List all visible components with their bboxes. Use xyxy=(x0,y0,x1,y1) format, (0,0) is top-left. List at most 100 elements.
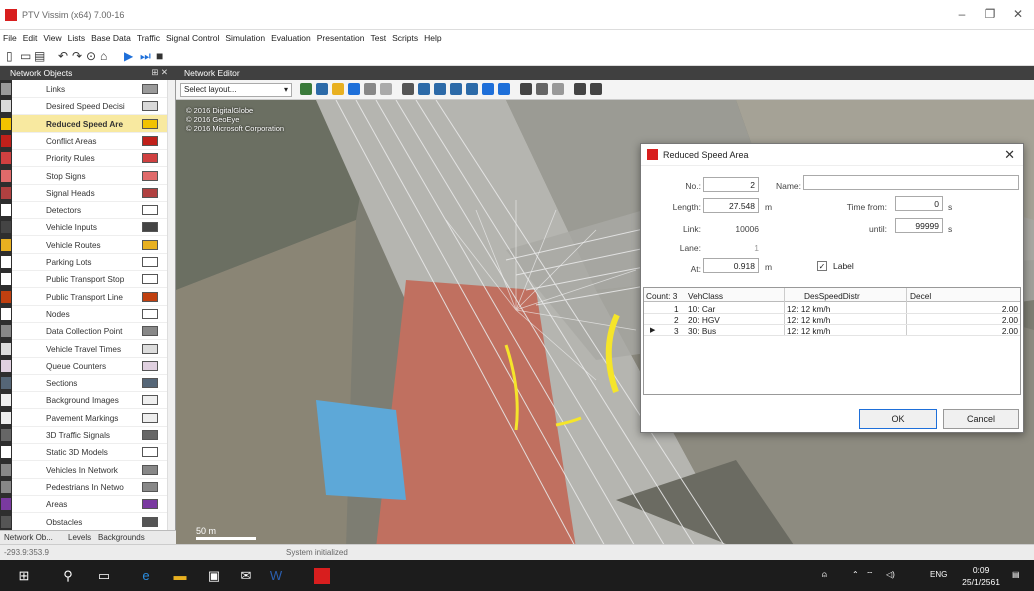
length-field[interactable]: 27.548 xyxy=(703,198,759,213)
menu-simulation[interactable]: Simulation xyxy=(222,30,268,46)
object-color-swatch[interactable] xyxy=(142,205,158,216)
close-icon[interactable]: ✕ xyxy=(1008,6,1028,22)
object-color-swatch[interactable] xyxy=(142,464,158,475)
column-decel[interactable]: Decel xyxy=(910,291,931,301)
undo-icon[interactable]: ↶ xyxy=(58,49,68,63)
zoom-in-icon[interactable] xyxy=(418,83,430,95)
object-color-swatch[interactable] xyxy=(142,257,158,267)
zoom-out-icon[interactable] xyxy=(466,83,478,95)
layer-icon[interactable] xyxy=(332,83,344,95)
network-object-item[interactable]: Detectors xyxy=(12,201,175,220)
object-color-swatch[interactable] xyxy=(142,274,158,285)
taskbar-clock[interactable]: 0:09 25/1/2561 xyxy=(962,564,1000,588)
network-object-item[interactable]: Priority Rules xyxy=(12,149,175,168)
name-field[interactable] xyxy=(803,175,1019,190)
ok-button[interactable]: OK xyxy=(859,409,937,429)
object-color-swatch[interactable] xyxy=(142,84,158,94)
network-object-item[interactable]: Stop Signs xyxy=(12,167,175,185)
edge-browser-icon[interactable]: e xyxy=(138,568,154,584)
menu-traffic[interactable]: Traffic xyxy=(134,30,163,46)
network-object-item[interactable]: Signal Heads xyxy=(12,184,175,202)
network-object-item[interactable]: Sections xyxy=(12,374,175,393)
save-icon[interactable]: ▤ xyxy=(34,49,45,63)
back-arrow-icon[interactable] xyxy=(482,83,494,95)
object-color-swatch[interactable] xyxy=(142,378,158,389)
object-color-swatch[interactable] xyxy=(142,170,158,181)
network-object-item[interactable]: Static 3D Models xyxy=(12,443,175,462)
object-color-swatch[interactable] xyxy=(142,447,158,458)
hand-icon[interactable] xyxy=(402,83,414,95)
network-object-item[interactable]: 3D Traffic Signals xyxy=(12,426,175,444)
minimize-icon[interactable]: – xyxy=(952,6,972,22)
zoom-extent-icon[interactable] xyxy=(434,83,446,95)
delete-icon[interactable] xyxy=(380,83,392,95)
vehicle-class-grid[interactable]: Count: 3 VehClass DesSpeedDistr Decel 1 … xyxy=(643,287,1021,395)
tab-network-objects[interactable]: Network Ob... xyxy=(4,533,53,542)
column-vehclass[interactable]: VehClass xyxy=(688,291,723,301)
step-icon[interactable]: ⏭ xyxy=(140,49,151,63)
network-object-item[interactable]: Vehicles In Network xyxy=(12,461,175,479)
object-color-swatch[interactable] xyxy=(142,516,158,527)
network-object-item[interactable]: Links xyxy=(12,80,175,98)
network-object-item[interactable]: Public Transport Stop xyxy=(12,270,175,289)
object-color-swatch[interactable] xyxy=(142,153,158,164)
play-icon[interactable]: ▶ xyxy=(124,49,133,63)
network-object-item[interactable]: Data Collection Point xyxy=(12,322,175,341)
object-color-swatch[interactable] xyxy=(142,291,158,302)
open-file-icon[interactable]: ▭ xyxy=(20,49,31,63)
network-object-item[interactable]: Public Transport Line xyxy=(12,288,175,306)
object-color-swatch[interactable] xyxy=(142,118,158,129)
measure-icon[interactable] xyxy=(552,83,564,95)
vissim-taskbar-icon[interactable] xyxy=(314,568,330,584)
vehicle-icon[interactable] xyxy=(520,83,532,95)
mail-icon[interactable]: ✉ xyxy=(238,568,254,584)
network-object-item[interactable]: Reduced Speed Are xyxy=(12,114,175,133)
object-color-swatch[interactable] xyxy=(142,222,158,233)
network-object-item[interactable]: Vehicle Routes xyxy=(12,236,175,254)
copy-icon[interactable] xyxy=(364,83,376,95)
object-color-swatch[interactable] xyxy=(142,326,158,337)
word-icon[interactable]: W xyxy=(268,568,284,584)
restore-icon[interactable]: ❐ xyxy=(980,6,1000,22)
file-explorer-icon[interactable]: ▬ xyxy=(172,568,188,584)
menu-signal-control[interactable]: Signal Control xyxy=(163,30,222,46)
at-field[interactable]: 0.918 xyxy=(703,258,759,273)
object-color-swatch[interactable] xyxy=(142,412,158,423)
table-row[interactable]: 2 20: HGV 12: 12 km/h 2.00 xyxy=(644,314,1020,325)
network-object-item[interactable]: Vehicle Inputs xyxy=(12,218,175,237)
menu-view[interactable]: View xyxy=(40,30,64,46)
object-color-swatch[interactable] xyxy=(142,239,158,250)
tray-arrow-icon[interactable]: ⌃ xyxy=(852,570,859,579)
until-field[interactable]: 99999 xyxy=(895,218,943,233)
menu-scripts[interactable]: Scripts xyxy=(389,30,421,46)
menu-lists[interactable]: Lists xyxy=(65,30,88,46)
grid-icon[interactable] xyxy=(316,83,328,95)
search-icon[interactable]: ⚲ xyxy=(60,568,76,584)
object-color-swatch[interactable] xyxy=(142,135,158,146)
network-object-item[interactable]: Pedestrians In Netwo xyxy=(12,478,175,496)
network-object-item[interactable]: Background Images xyxy=(12,391,175,410)
object-color-swatch[interactable] xyxy=(142,308,158,319)
network-icon[interactable]: ⌔ xyxy=(866,570,874,580)
menu-help[interactable]: Help xyxy=(421,30,444,46)
network-object-item[interactable]: Vehicle Travel Times xyxy=(12,340,175,358)
layout-select[interactable]: Select layout... ▾ xyxy=(180,83,292,97)
menu-base-data[interactable]: Base Data xyxy=(88,30,134,46)
object-color-swatch[interactable] xyxy=(142,430,158,440)
object-color-swatch[interactable] xyxy=(142,187,158,198)
redo-icon[interactable]: ↷ xyxy=(72,49,82,63)
new-file-icon[interactable]: ▯ xyxy=(6,49,13,63)
zoom-icon[interactable]: ⊙ xyxy=(86,49,96,63)
forward-arrow-icon[interactable] xyxy=(498,83,510,95)
panel-pin-icon[interactable]: ⊞ ✕ xyxy=(151,67,168,78)
tab-levels[interactable]: Levels xyxy=(68,533,91,542)
network-object-item[interactable]: Parking Lots xyxy=(12,253,175,271)
people-icon[interactable]: ⍝ xyxy=(822,570,827,580)
pan-icon[interactable] xyxy=(300,83,312,95)
notification-icon[interactable]: ▤ xyxy=(1012,570,1020,579)
windows-start-icon[interactable]: ⊞ xyxy=(16,568,32,584)
tab-backgrounds[interactable]: Backgrounds xyxy=(98,533,145,542)
table-row[interactable]: ▶ 3 30: Bus 12: 12 km/h 2.00 xyxy=(644,325,1020,336)
network-object-item[interactable]: Nodes xyxy=(12,305,175,323)
object-color-swatch[interactable] xyxy=(142,395,158,406)
